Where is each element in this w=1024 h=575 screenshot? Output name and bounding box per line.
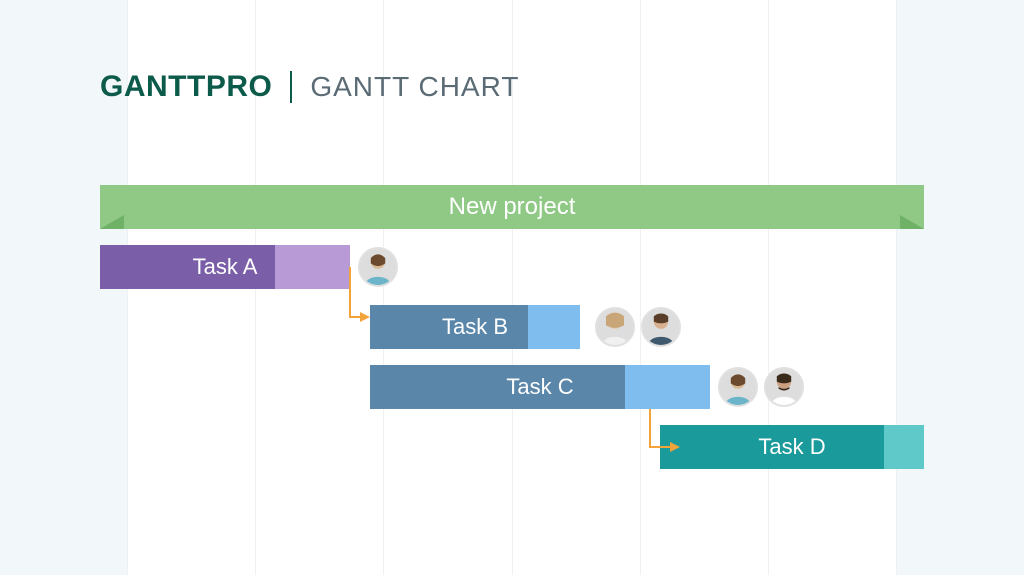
task-c-assignees xyxy=(718,367,804,407)
task-row-d: Task D xyxy=(100,425,924,473)
project-summary-bar[interactable]: New project xyxy=(100,185,924,229)
task-label-b: Task B xyxy=(370,314,580,340)
task-bar-b[interactable]: Task B xyxy=(370,305,580,349)
avatar-icon xyxy=(764,367,804,407)
avatar-icon xyxy=(595,307,635,347)
project-label: New project xyxy=(449,193,576,221)
task-bar-d[interactable]: Task D xyxy=(660,425,924,469)
task-bar-c[interactable]: Task C xyxy=(370,365,710,409)
dependency-a-to-b xyxy=(350,267,380,332)
brand-logo: GANTTPRO xyxy=(100,70,272,104)
header-divider xyxy=(290,71,292,103)
task-row-b: Task B xyxy=(100,305,924,353)
header: GANTTPRO GANTT CHART xyxy=(100,70,519,104)
task-label-a: Task A xyxy=(100,254,350,280)
task-bar-a[interactable]: Task A xyxy=(100,245,350,289)
task-row-a: Task A xyxy=(100,245,924,293)
task-row-c: Task C xyxy=(100,365,924,413)
task-label-c: Task C xyxy=(370,374,710,400)
task-b-assignees xyxy=(595,307,681,347)
avatar-icon xyxy=(718,367,758,407)
dependency-c-to-d xyxy=(650,409,690,464)
page-title: GANTT CHART xyxy=(310,71,519,103)
task-label-d: Task D xyxy=(660,434,924,460)
gantt-chart: New project Task A Task B xyxy=(100,185,924,485)
avatar-icon xyxy=(641,307,681,347)
